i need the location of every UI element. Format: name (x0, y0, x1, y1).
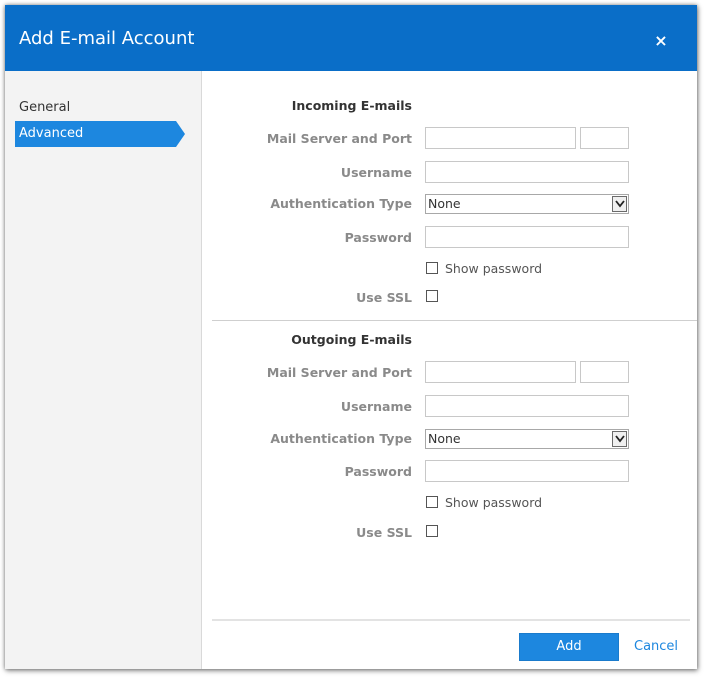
selected-arrow-icon (176, 121, 185, 147)
incoming-server-input[interactable] (425, 127, 576, 149)
incoming-auth-label: Authentication Type (270, 196, 412, 211)
advanced-panel: Incoming E-mails Mail Server and Port Us… (202, 71, 697, 669)
outgoing-show-password-label: Show password (445, 495, 543, 510)
outgoing-username-label: Username (340, 399, 412, 414)
incoming-password-label: Password (344, 230, 412, 245)
cancel-button[interactable]: Cancel (634, 639, 678, 654)
outgoing-auth-select[interactable]: None (425, 429, 629, 449)
incoming-show-password-label: Show password (445, 261, 543, 276)
incoming-show-password-checkbox[interactable] (426, 262, 438, 274)
incoming-ssl-checkbox[interactable] (426, 290, 438, 302)
outgoing-server-input[interactable] (425, 361, 576, 383)
incoming-username-input[interactable] (425, 161, 629, 183)
section-divider (212, 320, 697, 321)
outgoing-ssl-checkbox[interactable] (426, 525, 438, 537)
outgoing-ssl-label: Use SSL (356, 525, 412, 540)
chevron-down-icon (612, 196, 627, 212)
sidebar-item-advanced[interactable]: Advanced (15, 121, 185, 147)
footer-divider (212, 619, 690, 621)
sidebar: General Advanced (5, 71, 202, 669)
incoming-section-title: Incoming E-mails (291, 98, 412, 113)
sidebar-item-general[interactable]: General (15, 95, 179, 121)
outgoing-section-title: Outgoing E-mails (291, 332, 412, 347)
outgoing-password-input[interactable] (425, 460, 629, 482)
add-email-account-dialog: Add E-mail Account × General Advanced In… (5, 5, 697, 669)
incoming-password-input[interactable] (425, 226, 629, 248)
add-button[interactable]: Add (519, 633, 619, 661)
incoming-port-input[interactable] (580, 127, 629, 149)
outgoing-password-label: Password (344, 464, 412, 479)
outgoing-server-label: Mail Server and Port (266, 365, 412, 380)
sidebar-item-label: Advanced (19, 126, 84, 141)
incoming-username-label: Username (340, 165, 412, 180)
outgoing-port-input[interactable] (580, 361, 629, 383)
sidebar-item-label: General (19, 100, 71, 115)
outgoing-username-input[interactable] (425, 395, 629, 417)
outgoing-auth-value: None (428, 431, 461, 446)
close-icon[interactable]: × (651, 31, 671, 51)
outgoing-show-password-checkbox[interactable] (426, 496, 438, 508)
dialog-title: Add E-mail Account (19, 28, 195, 49)
dialog-titlebar: Add E-mail Account × (5, 5, 697, 71)
incoming-server-label: Mail Server and Port (266, 131, 412, 146)
chevron-down-icon (612, 431, 627, 447)
incoming-auth-value: None (428, 196, 461, 211)
incoming-ssl-label: Use SSL (356, 290, 412, 305)
incoming-auth-select[interactable]: None (425, 194, 629, 214)
outgoing-auth-label: Authentication Type (270, 431, 412, 446)
